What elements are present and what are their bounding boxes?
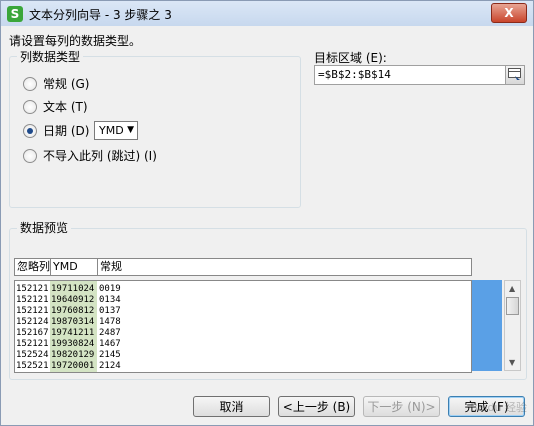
wps-app-icon: S bbox=[7, 6, 23, 22]
radio-date-label: 日期 (D) bbox=[43, 124, 90, 138]
back-button[interactable]: <上一步 (B) bbox=[278, 396, 355, 417]
preview-cell: 1467 bbox=[99, 339, 121, 349]
next-button[interactable]: 下一步 (N)> bbox=[363, 396, 440, 417]
scroll-down-arrow-icon[interactable]: ▼ bbox=[509, 358, 515, 367]
preview-cell: 19820129 bbox=[51, 350, 95, 360]
target-area-input[interactable] bbox=[318, 67, 498, 82]
radio-text[interactable]: 文本 (T) bbox=[23, 98, 88, 115]
preview-cell: 0137 bbox=[99, 306, 121, 316]
date-format-select[interactable]: YMD ▼ bbox=[94, 121, 138, 140]
target-area-label: 目标区域 (E): bbox=[314, 51, 387, 65]
preview-cell: 19720001 bbox=[51, 361, 95, 371]
radio-date[interactable]: 日期 (D) bbox=[23, 122, 89, 139]
radio-general[interactable]: 常规 (G) bbox=[23, 75, 89, 92]
range-select-icon bbox=[508, 68, 521, 80]
column-type-group-label: 列数据类型 bbox=[17, 48, 84, 65]
instruction-text: 请设置每列的数据类型。 bbox=[9, 34, 142, 48]
title-bar[interactable]: S 文本分列向导 - 3 步骤之 3 X bbox=[1, 1, 533, 26]
preview-cell: 2124 bbox=[99, 361, 121, 371]
baidu-watermark: Baidu 经验 bbox=[470, 401, 527, 414]
preview-cell: 0134 bbox=[99, 295, 121, 305]
target-area-field[interactable] bbox=[314, 65, 525, 85]
preview-cell: 152521 bbox=[16, 361, 49, 371]
range-select-button[interactable] bbox=[505, 66, 524, 84]
preview-cell: 19870314 bbox=[51, 317, 95, 327]
radio-skip[interactable]: 不导入此列 (跳过) (I) bbox=[23, 147, 157, 164]
preview-cell: 152121 bbox=[16, 295, 49, 305]
preview-cell: 152121 bbox=[16, 284, 49, 294]
preview-cell: 0019 bbox=[99, 284, 121, 294]
preview-cell: 19640912 bbox=[51, 295, 95, 305]
preview-group-label: 数据预览 bbox=[17, 219, 72, 236]
preview-cell: 152124 bbox=[16, 317, 49, 327]
text-to-columns-dialog: S 文本分列向导 - 3 步骤之 3 X 请设置每列的数据类型。 列数据类型 常… bbox=[0, 0, 534, 426]
column-header-skip[interactable]: 忽略列 bbox=[15, 259, 51, 275]
preview-cell: 2145 bbox=[99, 350, 121, 360]
window-title: 文本分列向导 - 3 步骤之 3 bbox=[29, 8, 172, 22]
radio-circle-icon[interactable] bbox=[23, 148, 37, 163]
preview-cell: 152524 bbox=[16, 350, 49, 360]
radio-circle-icon[interactable] bbox=[23, 99, 37, 114]
preview-cell: 19711024 bbox=[51, 284, 95, 294]
radio-text-label: 文本 (T) bbox=[43, 100, 88, 114]
preview-cell: 2487 bbox=[99, 328, 121, 338]
preview-cell: 19930824 bbox=[51, 339, 95, 349]
preview-column-header: 忽略列 YMD 常规 bbox=[14, 258, 472, 276]
preview-grid[interactable]: 152121 19711024 0019 152121 19640912 013… bbox=[14, 280, 472, 373]
preview-cell: 152121 bbox=[16, 306, 49, 316]
dropdown-arrow-icon[interactable]: ▼ bbox=[127, 122, 134, 139]
preview-cell: 152121 bbox=[16, 339, 49, 349]
preview-side-bar bbox=[472, 280, 502, 371]
preview-cell: 19741211 bbox=[51, 328, 95, 338]
column-header-ymd[interactable]: YMD bbox=[51, 259, 98, 275]
radio-general-label: 常规 (G) bbox=[43, 77, 90, 91]
preview-cell: 1478 bbox=[99, 317, 121, 327]
preview-cell: 19760812 bbox=[51, 306, 95, 316]
scroll-up-arrow-icon[interactable]: ▲ bbox=[509, 284, 515, 293]
radio-circle-icon[interactable] bbox=[23, 76, 37, 91]
preview-cell: 152167 bbox=[16, 328, 49, 338]
scroll-thumb[interactable] bbox=[506, 297, 519, 315]
date-format-value: YMD bbox=[99, 124, 124, 137]
close-button[interactable]: X bbox=[491, 3, 527, 23]
radio-selected-icon[interactable] bbox=[23, 123, 37, 138]
preview-scrollbar[interactable]: ▲ ▼ bbox=[504, 280, 521, 371]
column-header-general[interactable]: 常规 bbox=[98, 259, 471, 275]
radio-skip-label: 不导入此列 (跳过) (I) bbox=[43, 149, 157, 163]
cancel-button[interactable]: 取消 bbox=[193, 396, 270, 417]
